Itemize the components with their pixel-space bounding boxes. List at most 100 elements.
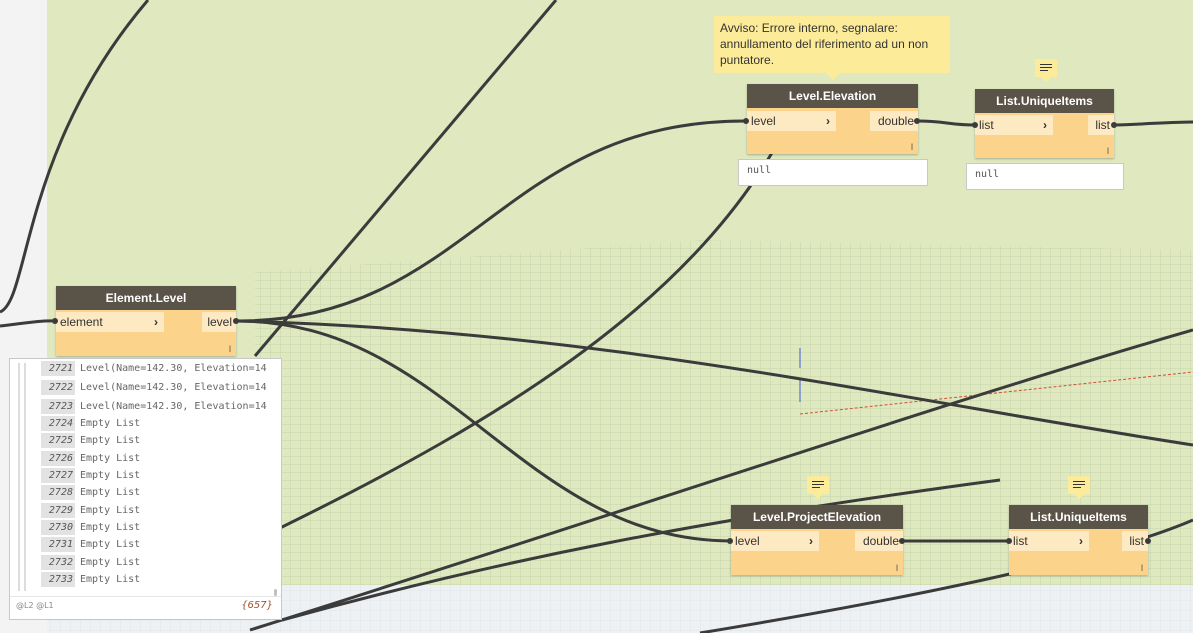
port-label: list [979,118,994,132]
chevron-right-icon: › [154,315,158,329]
list-value: Level(Name=142.30, Elevation=14 [80,401,267,412]
input-connector-dot[interactable] [52,318,58,324]
note-icon[interactable] [1035,59,1057,77]
note-pointer [1074,494,1084,499]
list-value: Empty List [80,487,141,498]
node-title: List.UniqueItems [1009,505,1148,529]
chevron-right-icon: › [1043,118,1047,132]
list-tree-lines [18,363,26,591]
list-index: 2725 [41,433,75,448]
warning-tooltip: Avviso: Errore interno, segnalare: annul… [714,16,950,73]
preview-bubble[interactable]: null [738,159,928,186]
list-value: Empty List [80,574,141,585]
list-index: 2730 [41,520,75,535]
list-index: 2726 [41,451,75,466]
list-value: Level(Name=142.30, Elevation=14 [80,363,267,374]
port-label: list [1095,118,1110,132]
lacing-indicator: l [229,344,231,354]
wire [236,319,732,543]
note-icon[interactable] [807,476,829,494]
list-item: 2732 Empty List [41,555,140,570]
input-connector-dot[interactable] [727,538,733,544]
output-connector-dot[interactable] [1145,538,1151,544]
port-label: level [751,114,776,128]
node-title: List.UniqueItems [975,89,1114,113]
output-connector-dot[interactable] [1111,122,1117,128]
wire [0,319,57,328]
output-connector-dot[interactable] [899,538,905,544]
list-value: Empty List [80,522,141,533]
list-item: 2731 Empty List [41,537,140,552]
list-levels[interactable]: @L2 @L1 [16,601,54,610]
port-label: level [207,315,232,329]
port-label: list [1013,534,1028,548]
list-panel-footer: @L2 @L1 {657} [10,596,281,619]
port-label: level [735,534,760,548]
level-elevation-node[interactable]: Level.Elevation level › double l [747,84,918,154]
input-port-list[interactable]: list › [1009,531,1089,551]
wire [1113,120,1193,127]
list-value: Empty List [80,505,141,516]
input-connector-dot[interactable] [743,118,749,124]
output-connector-dot[interactable] [914,118,920,124]
preview-bubble[interactable]: null [966,163,1124,190]
unique-items-node-top[interactable]: List.UniqueItems list › list l [975,89,1114,158]
list-value: Empty List [80,418,141,429]
input-connector-dot[interactable] [972,122,978,128]
list-value: Level(Name=142.30, Elevation=14 [80,382,267,393]
list-item: 2724 Empty List [41,416,140,431]
list-value: Empty List [80,453,141,464]
wire [253,0,558,357]
wire [236,319,1193,447]
scrollbar-thumb[interactable] [274,589,277,596]
port-label: double [862,534,899,548]
list-value: Empty List [80,470,141,481]
level-project-elevation-node[interactable]: Level.ProjectElevation level › double l [731,505,903,575]
node-title: Element.Level [56,286,236,310]
wire [236,119,748,323]
list-index: 2732 [41,555,75,570]
wire [279,119,792,530]
note-pointer [1041,77,1051,82]
lacing-indicator: l [1107,146,1109,156]
list-index: 2733 [41,572,75,587]
list-preview-panel[interactable]: 2721 Level(Name=142.30, Elevation=14 2722… [9,358,282,620]
list-item: 2727 Empty List [41,468,140,483]
note-pointer [813,494,823,499]
list-item: 2725 Empty List [41,433,140,448]
list-value: Empty List [80,435,141,446]
port-label: double [877,114,914,128]
lacing-indicator: l [1141,563,1143,573]
list-item: 2723 Level(Name=142.30, Elevation=14 [41,399,267,414]
wire [0,0,150,314]
note-icon[interactable] [1068,476,1090,494]
list-item: 2728 Empty List [41,485,140,500]
list-index: 2729 [41,503,75,518]
input-connector-dot[interactable] [1006,538,1012,544]
chevron-right-icon: › [826,114,830,128]
wire [249,328,1193,632]
input-port-list[interactable]: list › [975,115,1053,135]
output-port-double[interactable]: double [870,111,918,131]
element-level-node[interactable]: Element.Level element › level l [56,286,236,356]
chevron-right-icon: › [1079,534,1083,548]
list-item: 2726 Empty List [41,451,140,466]
port-label: element [60,315,103,329]
list-index: 2723 [41,399,75,414]
wire [916,119,976,127]
list-value: Empty List [80,557,141,568]
list-index: 2722 [41,380,75,395]
list-item: 2729 Empty List [41,503,140,518]
input-port-level[interactable]: level › [731,531,819,551]
output-port-double[interactable]: double [855,531,903,551]
list-item: 2722 Level(Name=142.30, Elevation=14 [41,380,267,395]
lacing-indicator: l [911,142,913,152]
graph-canvas[interactable]: Element.Level element › level l Avviso: … [0,0,1193,633]
chevron-right-icon: › [809,534,813,548]
input-port-element[interactable]: element › [56,312,164,332]
unique-items-node-bottom[interactable]: List.UniqueItems list › list l [1009,505,1148,575]
output-connector-dot[interactable] [233,318,239,324]
output-port-level[interactable]: level [202,312,236,332]
input-port-level[interactable]: level › [747,111,836,131]
list-value: Empty List [80,539,141,550]
